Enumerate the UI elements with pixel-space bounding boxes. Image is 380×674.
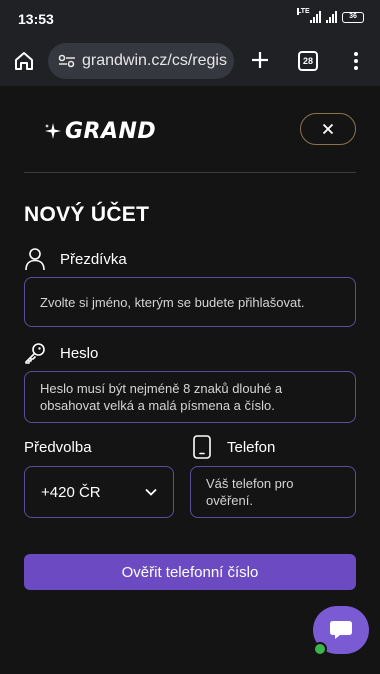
signal-icon-2 <box>326 11 337 23</box>
prefix-label: Předvolba <box>24 439 92 456</box>
more-icon[interactable] <box>346 50 366 72</box>
tabs-icon[interactable]: 28 <box>298 51 318 71</box>
prefix-select[interactable]: +420 ČR <box>24 466 174 518</box>
status-icons: LTE 36 <box>297 8 364 23</box>
address-bar[interactable]: grandwin.cz/cs/regis <box>48 43 234 79</box>
status-bar: 13:53 LTE 36 <box>0 0 380 38</box>
page-title: NOVÝ ÚČET <box>24 203 150 226</box>
phone-label: Telefon <box>227 438 276 456</box>
password-input[interactable]: Heslo musí být nejméně 8 znaků dlouhé a … <box>24 371 356 423</box>
prefix-value: +420 ČR <box>41 483 101 501</box>
signal-icon: LTE <box>297 8 321 23</box>
browser-toolbar: grandwin.cz/cs/regis 28 <box>0 38 380 86</box>
user-icon <box>25 248 45 271</box>
new-tab-button[interactable] <box>249 49 271 71</box>
close-button[interactable] <box>300 113 356 145</box>
phone-icon <box>193 435 211 459</box>
verify-phone-button[interactable]: Ověřit telefonní číslo <box>24 554 356 590</box>
chevron-down-icon <box>145 488 157 496</box>
password-label-row: Heslo <box>24 342 98 364</box>
home-icon[interactable] <box>13 50 35 72</box>
status-time: 13:53 <box>18 11 54 27</box>
registration-page: GRAND NOVÝ ÚČET Přezdívka Zvolte si jmén… <box>0 86 380 674</box>
online-status-dot <box>313 642 327 656</box>
phone-label-row: Telefon <box>191 435 275 459</box>
chat-icon <box>330 621 352 639</box>
url-text: grandwin.cz/cs/regis <box>82 52 227 69</box>
nickname-label-row: Přezdívka <box>24 247 127 271</box>
battery-icon: 36 <box>342 11 364 23</box>
key-icon <box>25 343 45 364</box>
prefix-label-row: Předvolba <box>24 439 92 456</box>
site-settings-icon[interactable] <box>58 54 76 68</box>
close-icon <box>322 123 334 135</box>
divider <box>24 172 356 173</box>
plus-icon <box>252 52 268 68</box>
password-label: Heslo <box>60 344 99 362</box>
nickname-label: Přezdívka <box>60 250 127 268</box>
sparkle-icon <box>45 123 61 139</box>
phone-input[interactable]: Váš telefon pro ověření. <box>190 466 356 518</box>
logo[interactable]: GRAND <box>44 116 156 146</box>
network-type: LTE <box>297 8 310 15</box>
nickname-input[interactable]: Zvolte si jméno, kterým se budete přihla… <box>24 277 356 327</box>
logo-text: GRAND <box>65 118 157 144</box>
